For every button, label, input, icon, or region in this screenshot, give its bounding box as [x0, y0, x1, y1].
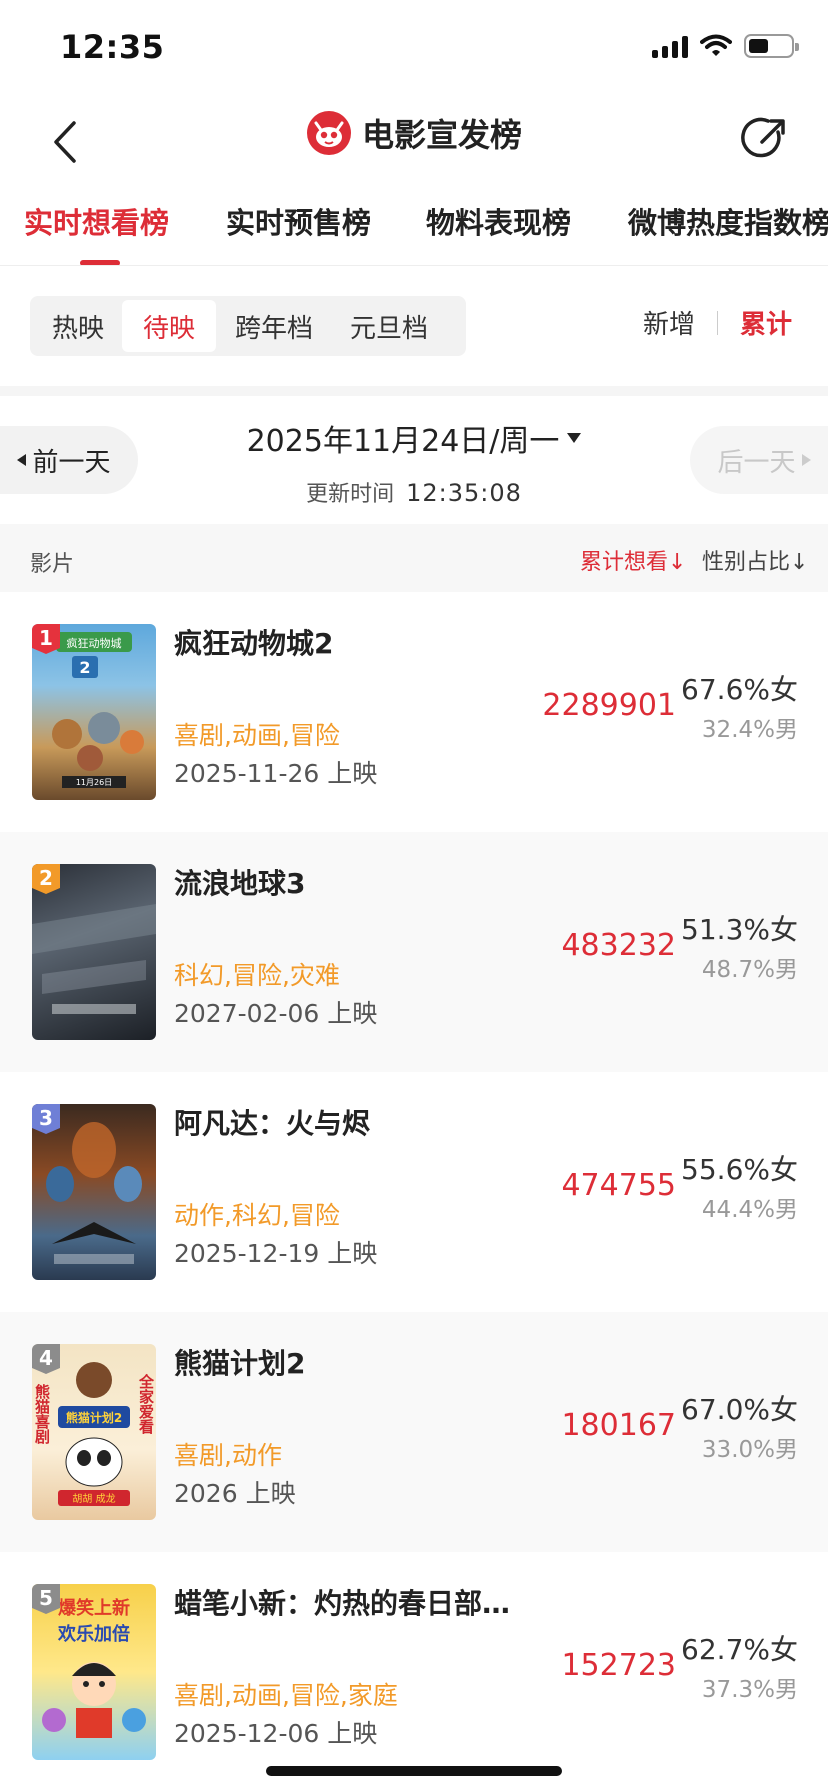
update-time-value: 12:35:08 [406, 479, 522, 507]
ranking-tabs: 实时想看榜 实时预售榜 物料表现榜 微博热度指数榜 [0, 192, 828, 266]
movie-poster: 疯狂动物城 2 11月26日 1 [32, 624, 156, 800]
table-header: 影片 累计想看↓ 性别占比↓ [0, 524, 828, 592]
movie-release-date: 2025-12-06 上映 [174, 1719, 378, 1748]
male-ratio: 32.4%男 [701, 717, 798, 743]
movie-genre: 喜剧,动画,冒险 [174, 721, 340, 750]
movie-title: 疯狂动物城2 [174, 627, 334, 660]
movie-row[interactable]: 3 阿凡达：火与烬 动作,科幻,冒险 2025-12-19 上映 474755 … [0, 1072, 828, 1312]
poster-4-left-text: 熊猫喜剧 [33, 1383, 51, 1445]
triangle-down-icon [567, 433, 582, 443]
female-ratio: 62.7%女 [681, 1633, 798, 1666]
movie-row[interactable]: 2 流浪地球3 科幻,冒险,灾难 2027-02-06 上映 483232 51… [0, 832, 828, 1072]
rank-badge: 5 [32, 1584, 60, 1614]
male-ratio: 48.7%男 [701, 957, 798, 983]
poster-1-number: 2 [79, 658, 90, 677]
rank-badge: 1 [32, 624, 60, 654]
poster-4-right-text: 全家爱看 [137, 1373, 155, 1435]
total-want-count: 152723 [561, 1648, 676, 1683]
movie-row[interactable]: 熊猫喜剧 全家爱看 熊猫计划2 胡胡 成龙 4 熊猫计划2 喜剧,动作 2026… [0, 1312, 828, 1552]
next-day-label: 后一天 [717, 447, 796, 478]
movie-row[interactable]: 疯狂动物城 2 11月26日 1 疯狂动物城2 喜剧,动画,冒险 2025-11… [0, 592, 828, 832]
movie-poster: 2 [32, 864, 156, 1040]
page-title: 电影宣发榜 [361, 116, 522, 154]
movie-poster: 熊猫喜剧 全家爱看 熊猫计划2 胡胡 成龙 4 [32, 1344, 156, 1520]
movie-poster: 爆笑上新 欢乐加倍 5 [32, 1584, 156, 1760]
home-indicator[interactable] [266, 1766, 562, 1776]
movie-genre: 动作,科幻,冒险 [174, 1201, 340, 1230]
segment-showing[interactable]: 热映 [34, 300, 122, 352]
poster-4-logo: 熊猫计划2 [66, 1410, 122, 1425]
segment-upcoming[interactable]: 待映 [122, 300, 216, 352]
tab-realtime-want[interactable]: 实时想看榜 [24, 200, 169, 242]
movie-release-date: 2025-11-26 上映 [174, 759, 378, 788]
header-title-wrap: 电影宣发榜 [0, 110, 828, 156]
status-bar: 12:35 [0, 0, 828, 96]
male-ratio: 44.4%男 [701, 1197, 798, 1223]
movie-title: 流浪地球3 [174, 867, 306, 900]
update-time-label: 更新时间 [306, 482, 395, 507]
toggle-total[interactable]: 累计 [740, 304, 792, 341]
signal-icon [652, 34, 688, 58]
share-button[interactable] [738, 112, 792, 166]
column-total-want-sort[interactable]: 累计想看↓ [580, 544, 686, 576]
movie-genre: 喜剧,动作 [174, 1441, 282, 1470]
movie-row[interactable]: 爆笑上新 欢乐加倍 5 蜡笔小新：灼热的春日部… 喜剧,动画,冒险,家庭 202… [0, 1552, 828, 1792]
date-picker[interactable]: 2025年11月24日/周一 [247, 416, 582, 460]
section-divider [0, 386, 828, 396]
next-day-button[interactable]: 后一天 [690, 426, 828, 494]
date-navigation: 前一天 2025年11月24日/周一 更新时间 12:35:08 后一天 [0, 396, 828, 524]
movie-release-date: 2025-12-19 上映 [174, 1239, 378, 1268]
poster-4-names: 胡胡 成龙 [72, 1492, 115, 1505]
rank-badge: 4 [32, 1344, 60, 1374]
total-want-count: 483232 [561, 928, 676, 963]
battery-icon [744, 34, 799, 58]
female-ratio: 51.3%女 [681, 913, 798, 946]
poster-5-top-text: 爆笑上新 [58, 1597, 130, 1619]
wifi-icon [700, 34, 732, 56]
movie-title: 阿凡达：火与烬 [174, 1107, 371, 1140]
female-ratio: 67.6%女 [681, 673, 798, 706]
toggle-new[interactable]: 新增 [643, 304, 695, 341]
movie-genre: 喜剧,动画,冒险,家庭 [174, 1681, 398, 1710]
current-date: 2025年11月24日/周一 [246, 424, 560, 459]
total-want-count: 180167 [561, 1408, 676, 1443]
tab-material-performance[interactable]: 物料表现榜 [426, 200, 571, 242]
share-icon [741, 117, 785, 158]
segment-new-year-eve[interactable]: 跨年档 [216, 300, 332, 352]
poster-1-date: 11月26日 [76, 778, 112, 787]
total-want-count: 2289901 [542, 688, 676, 723]
movie-release-date: 2027-02-06 上映 [174, 999, 378, 1028]
male-ratio: 33.0%男 [701, 1437, 798, 1463]
female-ratio: 55.6%女 [681, 1153, 798, 1186]
new-total-toggle: 新增 累计 [643, 304, 792, 341]
segment-new-year-day[interactable]: 元旦档 [332, 300, 446, 352]
movie-genre: 科幻,冒险,灾难 [174, 961, 340, 990]
status-time: 12:35 [60, 28, 165, 66]
poster-1-top-text: 疯狂动物城 [67, 636, 122, 650]
triangle-right-icon [801, 454, 811, 466]
rank-badge: 3 [32, 1104, 60, 1134]
tab-weibo-heat[interactable]: 微博热度指数榜 [628, 200, 828, 242]
movie-title: 熊猫计划2 [174, 1347, 306, 1380]
cat-logo-icon [306, 111, 351, 155]
poster-5-mid-text: 欢乐加倍 [57, 1623, 130, 1645]
male-ratio: 37.3%男 [701, 1677, 798, 1703]
movie-release-date: 2026 上映 [174, 1479, 296, 1508]
tab-realtime-presale[interactable]: 实时预售榜 [226, 200, 371, 242]
movie-poster: 3 [32, 1104, 156, 1280]
column-gender-ratio-sort[interactable]: 性别占比↓ [702, 544, 808, 576]
total-want-count: 474755 [561, 1168, 676, 1203]
filter-row: 热映 待映 跨年档 元旦档 新增 累计 [0, 266, 828, 394]
status-icons [652, 34, 799, 58]
column-film: 影片 [30, 552, 75, 577]
header: 电影宣发榜 [0, 96, 828, 192]
schedule-segment: 热映 待映 跨年档 元旦档 [30, 296, 466, 356]
rank-badge: 2 [32, 864, 60, 894]
movie-title: 蜡笔小新：灼热的春日部… [174, 1587, 511, 1620]
toggle-divider [716, 310, 718, 335]
female-ratio: 67.0%女 [681, 1393, 798, 1426]
